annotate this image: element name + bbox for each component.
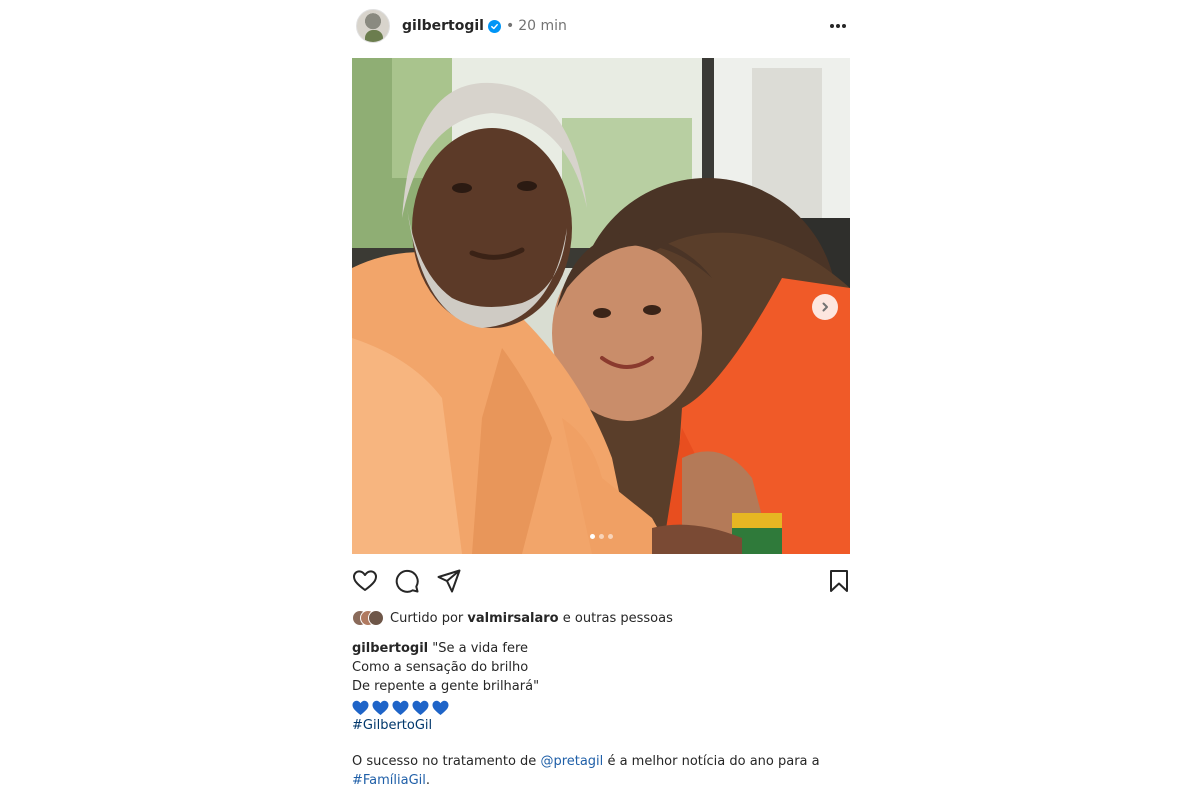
blue-heart-icon [432,700,449,715]
likes-suffix: e outras pessoas [562,610,673,626]
blue-heart-icon [352,700,369,715]
carousel-dot-active [589,534,595,539]
caption-first-line: gilbertogil "Se a vida fere [352,639,850,658]
verified-badge-icon [487,19,501,33]
avatar [368,610,384,626]
heart-outline-icon[interactable] [352,568,378,594]
caption-line-2: Como a sensação do brilho [352,660,529,675]
chevron-right-icon[interactable] [812,294,838,320]
post-actions [352,568,850,596]
caption-line-3: De repente a gente brilhará" [352,679,540,694]
liker-username[interactable]: valmirsalaro [467,611,558,626]
likes-prefix: Curtido por [390,610,464,626]
carousel-dot [607,534,613,539]
mention-link[interactable]: @pretagil [540,754,603,769]
carousel-dot [598,534,604,539]
carousel-indicator [352,534,850,539]
post-header: gilbertogil • 20 min [352,8,850,44]
blue-heart-icon [412,700,429,715]
post-time[interactable]: 20 min [518,18,567,34]
more-options-icon[interactable] [826,14,850,38]
photo-illustration [352,58,850,554]
news-text-before: O sucesso no tratamento de [352,754,537,769]
post-caption: gilbertogil "Se a vida fere Como a sensa… [352,639,850,735]
send-icon[interactable] [436,568,462,594]
liker-avatars [352,610,384,626]
caption-username[interactable]: gilbertogil [352,641,428,656]
hashtag-link[interactable]: #FamíliaGil [352,773,426,788]
post-photo[interactable] [352,58,850,554]
caption-line-1: "Se a vida fere [432,641,529,656]
comment-icon[interactable] [394,568,420,594]
hashtag-link[interactable]: #GilbertoGil [352,716,850,735]
likes-summary[interactable]: Curtido por valmirsalaro e outras pessoa… [352,610,673,626]
blue-hearts-emoji [352,699,850,716]
instagram-post: gilbertogil • 20 min Curtido por valmirs… [352,0,850,800]
news-text-after: é a melhor notícia do ano para a [607,754,820,769]
blue-heart-icon [372,700,389,715]
avatar[interactable] [356,9,390,43]
separator-dot: • [505,18,515,34]
blue-heart-icon [392,700,409,715]
news-end: . [425,773,431,788]
article-text: O sucesso no tratamento de @pretagil é a… [352,752,850,790]
username[interactable]: gilbertogil [402,18,484,34]
bookmark-icon[interactable] [826,568,852,594]
